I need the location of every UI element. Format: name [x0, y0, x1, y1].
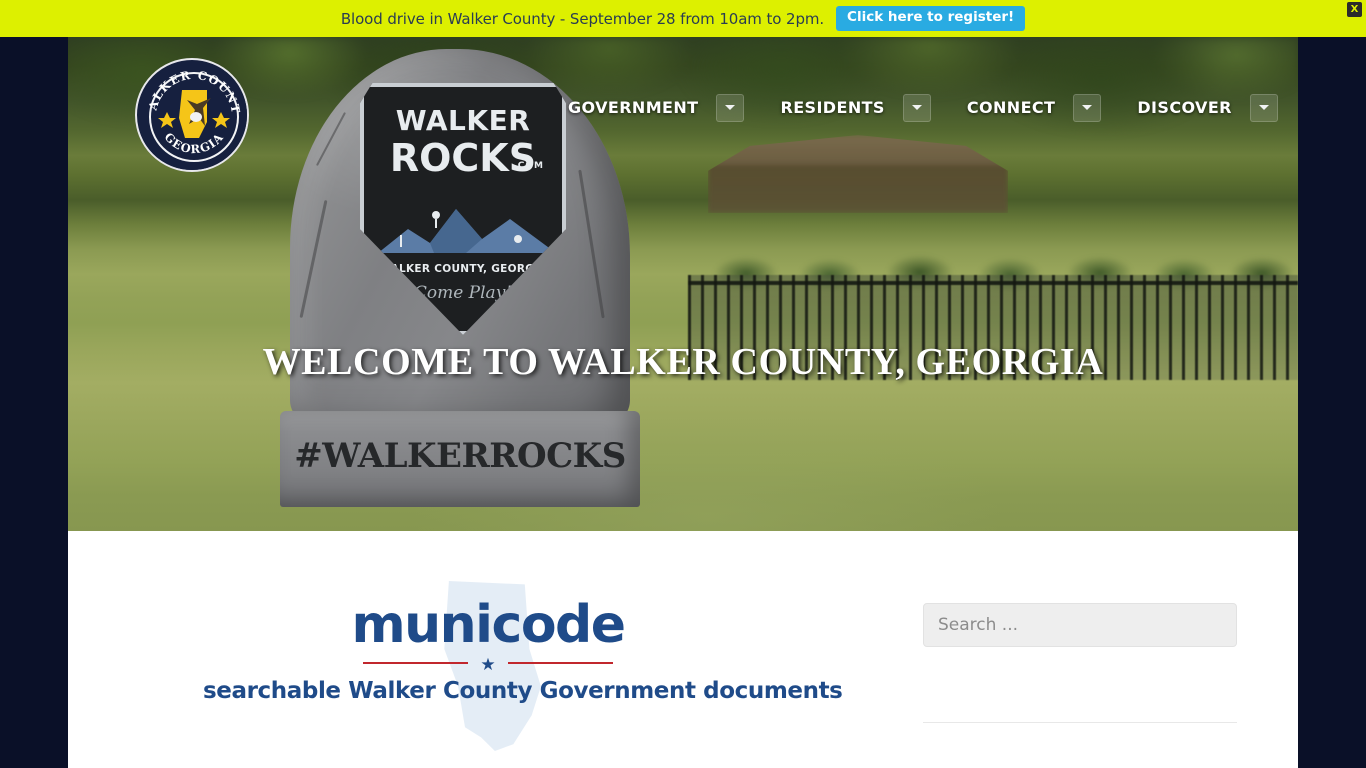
alert-close-icon[interactable]: X	[1347, 2, 1362, 17]
shield-county-label: WALKER COUNTY, GEORGIA	[379, 263, 547, 275]
hero-section: WALKER ROCKS .COM WALKER COUNTY, GEORGIA	[68, 37, 1298, 531]
county-seal-icon: WALKER COUNTY GEORGIA	[137, 60, 247, 170]
nav-link-connect[interactable]: CONNECT	[957, 90, 1066, 125]
main-content: municode ★ searchable Walker County Gove…	[68, 531, 1298, 768]
shield-tagline: Come Play!	[413, 283, 513, 303]
nav-group-discover: DISCOVER	[1127, 90, 1298, 125]
municode-wordmark: municode	[351, 595, 626, 655]
sidebar-column	[913, 531, 1298, 768]
walker-county-logo[interactable]: WALKER COUNTY GEORGIA	[135, 58, 249, 172]
alert-message: Blood drive in Walker County - September…	[340, 9, 825, 28]
nav-dropdown-government[interactable]	[716, 93, 745, 122]
nav-group-residents: RESIDENTS	[770, 90, 956, 125]
municode-rule-left	[363, 662, 468, 664]
nav-group-connect: CONNECT	[957, 90, 1128, 125]
hero-heading: WELCOME TO WALKER COUNTY, GEORGIA	[262, 341, 1104, 383]
municode-promo[interactable]: municode ★ searchable Walker County Gove…	[203, 581, 843, 751]
mountain-icon	[378, 209, 556, 253]
nav-dropdown-discover[interactable]	[1249, 93, 1278, 122]
alert-register-button[interactable]: Click here to register!	[836, 6, 1026, 31]
content-column: municode ★ searchable Walker County Gove…	[68, 531, 913, 768]
nav-dropdown-connect[interactable]	[1073, 93, 1102, 122]
chevron-down-icon	[1258, 105, 1269, 110]
star-icon: ★	[480, 655, 496, 674]
municode-rule: ★	[363, 655, 613, 674]
chevron-down-icon	[725, 105, 736, 110]
nav-group-government: GOVERNMENT	[558, 90, 770, 125]
alert-banner: Blood drive in Walker County - September…	[0, 0, 1366, 37]
nav-dropdown-residents[interactable]	[902, 93, 931, 122]
page-shell: WALKER ROCKS .COM WALKER COUNTY, GEORGIA	[68, 37, 1298, 768]
chevron-down-icon	[911, 105, 922, 110]
search-input[interactable]	[923, 603, 1237, 647]
municode-caption: searchable Walker County Government docu…	[203, 678, 843, 704]
site-header: WALKER COUNTY GEORGIA GOVERNMENT	[68, 37, 1298, 172]
monument-pedestal: #WALKERROCKS	[280, 411, 640, 507]
municode-rule-right	[508, 662, 613, 664]
sidebar-divider	[923, 722, 1237, 723]
nav-link-government[interactable]: GOVERNMENT	[558, 90, 708, 125]
hashtag-walkerrocks-text: #WALKERROCKS	[294, 436, 626, 476]
nav-link-discover[interactable]: DISCOVER	[1127, 90, 1242, 125]
primary-navigation: GOVERNMENT RESIDENTS CONNECT DISCOVER	[558, 90, 1298, 125]
chevron-down-icon	[1082, 105, 1093, 110]
nav-link-residents[interactable]: RESIDENTS	[770, 90, 894, 125]
